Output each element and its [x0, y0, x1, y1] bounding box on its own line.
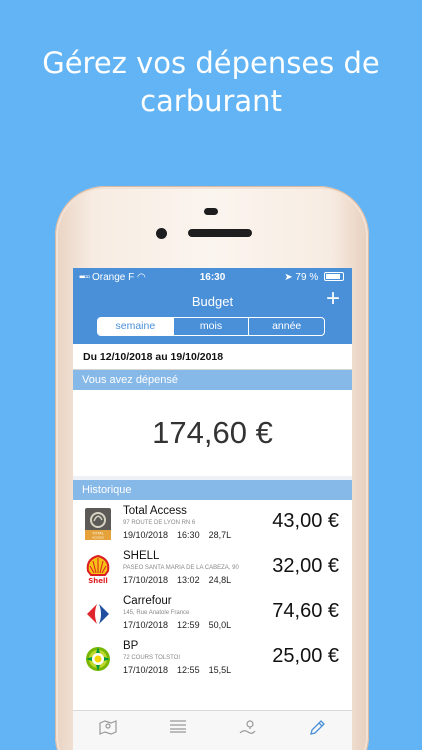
map-icon: [99, 720, 117, 735]
refuel-meta: 17/10/2018 12:55 15,5L: [123, 665, 240, 675]
segment-mois[interactable]: mois: [172, 318, 249, 335]
app-screen: ▪▪▫▫ Orange F ◠ 16:30 ➤ 79 % Budget + se…: [73, 268, 352, 750]
refuel-date: 17/10/2018: [123, 620, 169, 630]
station-name: Carrefour: [123, 595, 172, 607]
station-name: BP: [123, 640, 139, 652]
refuel-date: 17/10/2018: [123, 575, 169, 585]
battery-icon: [324, 272, 344, 281]
refuel-date: 17/10/2018: [123, 665, 169, 675]
speaker: [204, 208, 218, 215]
refuel-meta: 19/10/2018 16:30 28,7L: [123, 530, 240, 540]
refuel-time: 13:02: [177, 575, 200, 585]
battery-percent: 79 %: [295, 272, 319, 283]
tab-map[interactable]: [73, 711, 143, 750]
refuel-volume: 50,0L: [208, 620, 232, 630]
route-icon: [239, 720, 256, 734]
total-logo: TOTAL ACCESS: [85, 508, 111, 540]
add-button[interactable]: +: [322, 287, 344, 311]
page-title: Budget: [191, 294, 234, 309]
station-address: 145, Rue Anatole France: [123, 610, 190, 616]
tab-bar: [73, 710, 352, 750]
refuel-amount: 25,00 €: [272, 645, 339, 667]
carrefour-logo: [87, 604, 109, 624]
refuel-time: 12:59: [177, 620, 200, 630]
shell-logo-text: Shell: [88, 577, 108, 585]
history-row[interactable]: Carrefour 145, Rue Anatole France 17/10/…: [73, 592, 352, 637]
status-bar: ▪▪▫▫ Orange F ◠ 16:30 ➤ 79 %: [73, 268, 352, 286]
station-address: 72 COURS TOLSTOI: [123, 655, 181, 661]
refuel-volume: 15,5L: [208, 665, 232, 675]
earpiece: [188, 229, 252, 237]
bp-logo: [86, 647, 110, 671]
segment-annee[interactable]: année: [248, 318, 324, 335]
refuel-amount: 43,00 €: [272, 510, 339, 532]
refuel-time: 12:55: [177, 665, 200, 675]
total-amount: 174,60 €: [73, 390, 352, 476]
refuel-meta: 17/10/2018 12:59 50,0L: [123, 620, 240, 630]
station-name: Total Access: [123, 505, 187, 517]
station-address: PASEO SANTA MARIA DE LA CABEZA, 90: [123, 565, 239, 571]
period-range: Du 12/10/2018 au 19/10/2018: [73, 344, 352, 370]
tab-list[interactable]: [143, 711, 213, 750]
history-row[interactable]: BP 72 COURS TOLSTOI 17/10/2018 12:55 15,5L…: [73, 637, 352, 682]
refuel-volume: 28,7L: [208, 530, 232, 540]
history-header: Historique: [73, 480, 352, 500]
location-icon: ➤: [284, 272, 293, 283]
tab-route[interactable]: [213, 711, 283, 750]
station-address: 97 ROUTE DE LYON RN 6: [123, 520, 196, 526]
pencil-icon: [310, 720, 326, 735]
station-name: SHELL: [123, 550, 160, 562]
spent-header: Vous avez dépensé: [73, 370, 352, 390]
refuel-time: 16:30: [177, 530, 200, 540]
history-row[interactable]: Shell SHELL PASEO SANTA MARIA DE LA CABE…: [73, 547, 352, 592]
list-icon: [169, 720, 186, 733]
segment-semaine[interactable]: semaine: [98, 318, 173, 335]
shell-logo: Shell: [86, 554, 110, 585]
front-camera: [156, 228, 167, 239]
refuel-meta: 17/10/2018 13:02 24,8L: [123, 575, 240, 585]
refuel-amount: 32,00 €: [272, 555, 339, 577]
tab-edit[interactable]: [282, 711, 352, 750]
navigation-bar: ▪▪▫▫ Orange F ◠ 16:30 ➤ 79 % Budget + se…: [73, 268, 352, 344]
refuel-date: 19/10/2018: [123, 530, 169, 540]
promo-headline: Gérez vos dépenses de carburant: [42, 46, 380, 118]
refuel-amount: 74,60 €: [272, 600, 339, 622]
period-segmented-control: semaine mois année: [97, 317, 325, 336]
total-logo-subtext: ACCESS: [92, 536, 104, 540]
status-right: ➤ 79 %: [284, 272, 344, 283]
history-row[interactable]: TOTAL ACCESS Total Access 97 ROUTE DE LY…: [73, 502, 352, 547]
refuel-volume: 24,8L: [208, 575, 232, 585]
